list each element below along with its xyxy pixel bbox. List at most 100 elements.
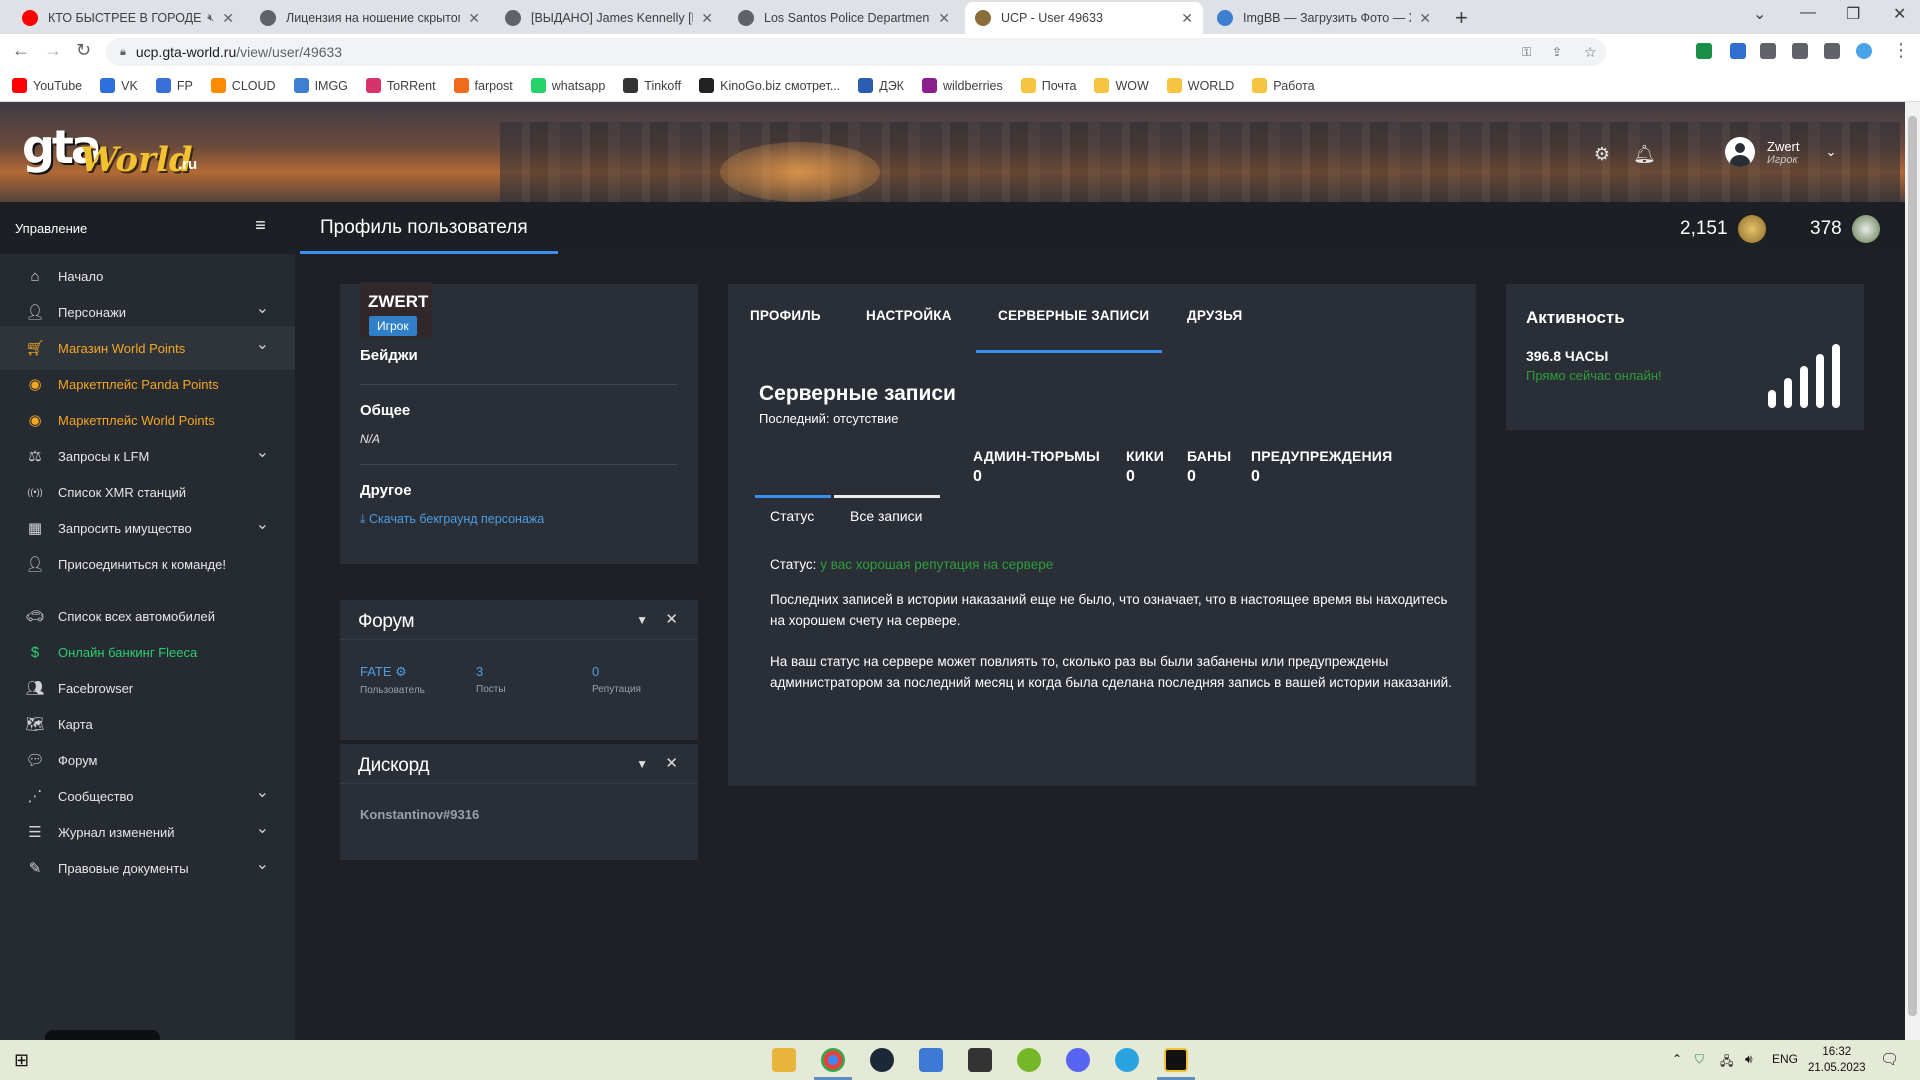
browser-tab[interactable]: Лицензия на ношение скрытого ✕ <box>250 2 490 34</box>
media-icon[interactable] <box>1792 43 1808 59</box>
tinkoff-icon <box>623 78 639 93</box>
bookmark-item[interactable]: Работа <box>1252 78 1315 93</box>
site-logo[interactable]: gta World .ru <box>22 118 202 186</box>
collapse-caret-icon[interactable]: ▼ <box>636 757 648 771</box>
menu-dots-icon[interactable]: ⋮ <box>1892 40 1910 61</box>
sidebar-bottom-tab[interactable] <box>45 1030 160 1040</box>
tray-shield-icon[interactable]: ⛉ <box>1695 1052 1704 1067</box>
bookmark-item[interactable]: ToRRent <box>365 78 436 93</box>
muted-speaker-icon[interactable]: 🔇︎ <box>207 12 214 25</box>
bookmark-item[interactable]: Почта <box>1020 78 1076 93</box>
close-tab-icon[interactable]: ✕ <box>938 10 950 27</box>
star-icon[interactable]: ☆ <box>1584 44 1597 61</box>
logo-text-ru: .ru <box>178 156 198 173</box>
gear-icon[interactable]: ⚙ <box>1592 144 1612 164</box>
utorrent-icon[interactable] <box>1017 1048 1041 1072</box>
coins-icon: ◉ <box>28 376 42 393</box>
hamburger-menu-icon[interactable]: ≡ <box>226 202 295 254</box>
reload-icon[interactable]: ↻ <box>76 40 91 61</box>
forward-icon[interactable]: → <box>44 40 62 61</box>
profile-avatar-icon[interactable] <box>1856 43 1872 59</box>
browser-tab[interactable]: [ВЫДАНО] James Kennelly [PF] - ✕ <box>495 2 723 34</box>
close-icon[interactable]: ✕ <box>665 610 678 628</box>
browser-tab[interactable]: ImgBB — Загрузить Фото — Хос ✕ <box>1207 2 1441 34</box>
notifications-icon[interactable]: 🗨︎ <box>1880 1050 1899 1068</box>
extension-shield-icon[interactable] <box>1696 43 1712 59</box>
new-tab-button[interactable]: + <box>1455 5 1468 31</box>
browser-tab[interactable]: UCP - User 49633 ✕ <box>965 2 1203 34</box>
bookmark-item[interactable]: whatsapp <box>530 78 605 93</box>
scrollbar-thumb[interactable] <box>1908 116 1917 1016</box>
bookmark-item[interactable]: KinoGo.biz смотрет... <box>699 78 840 93</box>
sidebar-item-label: Журнал изменений <box>58 824 175 840</box>
bookmark-item[interactable]: farpost <box>453 78 513 93</box>
puzzle-icon[interactable] <box>1760 43 1776 59</box>
panda-points-balance[interactable]: 378 <box>1810 215 1880 243</box>
close-tab-icon[interactable]: ✕ <box>222 10 234 27</box>
tab-profile[interactable]: ПРОФИЛЬ <box>750 308 821 323</box>
sidebar-item-label: Запросы к LFM <box>58 448 150 464</box>
tab-search-icon[interactable]: ⌄ <box>1753 4 1766 24</box>
page-scrollbar[interactable] <box>1905 102 1920 1040</box>
minimize-button[interactable]: — <box>1800 4 1816 22</box>
app-icon[interactable] <box>919 1048 943 1072</box>
close-window-button[interactable]: ✕ <box>1893 4 1906 24</box>
browser-tab[interactable]: КТО БЫСТРЕЕ В ГОРОДЕ #2 🔇︎ ✕ <box>12 2 244 34</box>
close-icon[interactable]: ✕ <box>665 754 678 772</box>
download-background-link[interactable]: ⤓ Скачать бекграунд персонажа <box>360 512 544 527</box>
user-menu[interactable]: Zwert Игрок ⌄ <box>1725 137 1836 167</box>
browser-tab[interactable]: Los Santos Police Department - F ✕ <box>728 2 960 34</box>
telegram-icon[interactable] <box>1115 1048 1139 1072</box>
tab-friends[interactable]: ДРУЗЬЯ <box>1187 308 1242 323</box>
sidepanel-icon[interactable] <box>1824 43 1840 59</box>
world-points-balance[interactable]: 2,151 <box>1680 215 1766 243</box>
key-icon[interactable]: ⚿ <box>1522 45 1531 60</box>
language-indicator[interactable]: ENG <box>1772 1052 1798 1066</box>
volume-icon[interactable]: 🔊︎ <box>1745 1052 1753 1067</box>
collapse-caret-icon[interactable]: ▼ <box>636 613 648 627</box>
bookmark-item[interactable]: YouTube <box>12 78 82 93</box>
share-icon[interactable]: ⇪ <box>1552 45 1562 59</box>
bookmark-item[interactable]: wildberries <box>921 78 1003 93</box>
bookmark-item[interactable]: WORLD <box>1166 78 1234 93</box>
maximize-button[interactable]: ❐ <box>1846 4 1860 24</box>
bookmark-item[interactable]: CLOUD <box>210 78 276 93</box>
close-tab-icon[interactable]: ✕ <box>468 10 480 27</box>
sidebar-item[interactable]: 👤︎ Присоединиться к команде! <box>0 542 295 586</box>
windows-start-icon[interactable]: ⊞ <box>14 1050 29 1071</box>
other-label: Другое <box>360 482 412 499</box>
broadcast-icon: ((•)) <box>27 487 43 497</box>
forum-username-link[interactable]: FATE ⚙ <box>360 664 425 680</box>
back-icon[interactable]: ← <box>12 40 30 61</box>
steam-icon[interactable] <box>870 1048 894 1072</box>
chrome-icon[interactable] <box>821 1048 845 1072</box>
profile-name: ZWERT <box>368 292 429 311</box>
subtab-status[interactable]: Статус <box>755 495 831 529</box>
bookmark-item[interactable]: Tinkoff <box>623 78 681 93</box>
sidebar-item[interactable]: ✎ Правовые документы ⌄ <box>0 846 295 890</box>
close-tab-icon[interactable]: ✕ <box>701 10 713 27</box>
clock[interactable]: 16:32 21.05.2023 <box>1808 1044 1866 1076</box>
rage-mp-icon[interactable] <box>1164 1048 1188 1072</box>
file-explorer-icon[interactable] <box>772 1048 796 1072</box>
status-value: у вас хорошая репутация на сервере <box>820 557 1054 572</box>
chevron-down-icon: ⌄ <box>255 516 269 533</box>
bookmark-item[interactable]: WOW <box>1094 78 1149 93</box>
tray-chevron-icon[interactable]: ⌃ <box>1672 1052 1682 1066</box>
tab-server-records[interactable]: СЕРВЕРНЫЕ ЗАПИСИ <box>998 308 1149 323</box>
url-input[interactable]: 🔒︎ ucp.gta-world.ru/view/user/49633 ☆ ⇪ … <box>106 38 1606 66</box>
network-icon[interactable]: 🖧︎ <box>1720 1052 1733 1073</box>
video-editor-icon[interactable] <box>968 1048 992 1072</box>
bookmark-item[interactable]: FP <box>155 78 193 93</box>
bookmark-item[interactable]: IMGG <box>293 78 348 93</box>
download-icon[interactable] <box>1730 43 1746 59</box>
bell-icon[interactable]: 🔔︎ <box>1633 144 1656 164</box>
bookmark-item[interactable]: ДЭК <box>858 78 904 93</box>
bookmark-item[interactable]: VK <box>100 78 138 93</box>
close-tab-icon[interactable]: ✕ <box>1181 10 1193 27</box>
panda-points-coin-icon <box>1851 215 1880 243</box>
tab-settings[interactable]: НАСТРОЙКА <box>866 308 952 323</box>
subtab-all-records[interactable]: Все записи <box>834 495 940 529</box>
discord-icon[interactable] <box>1066 1048 1090 1072</box>
close-tab-icon[interactable]: ✕ <box>1419 10 1431 27</box>
